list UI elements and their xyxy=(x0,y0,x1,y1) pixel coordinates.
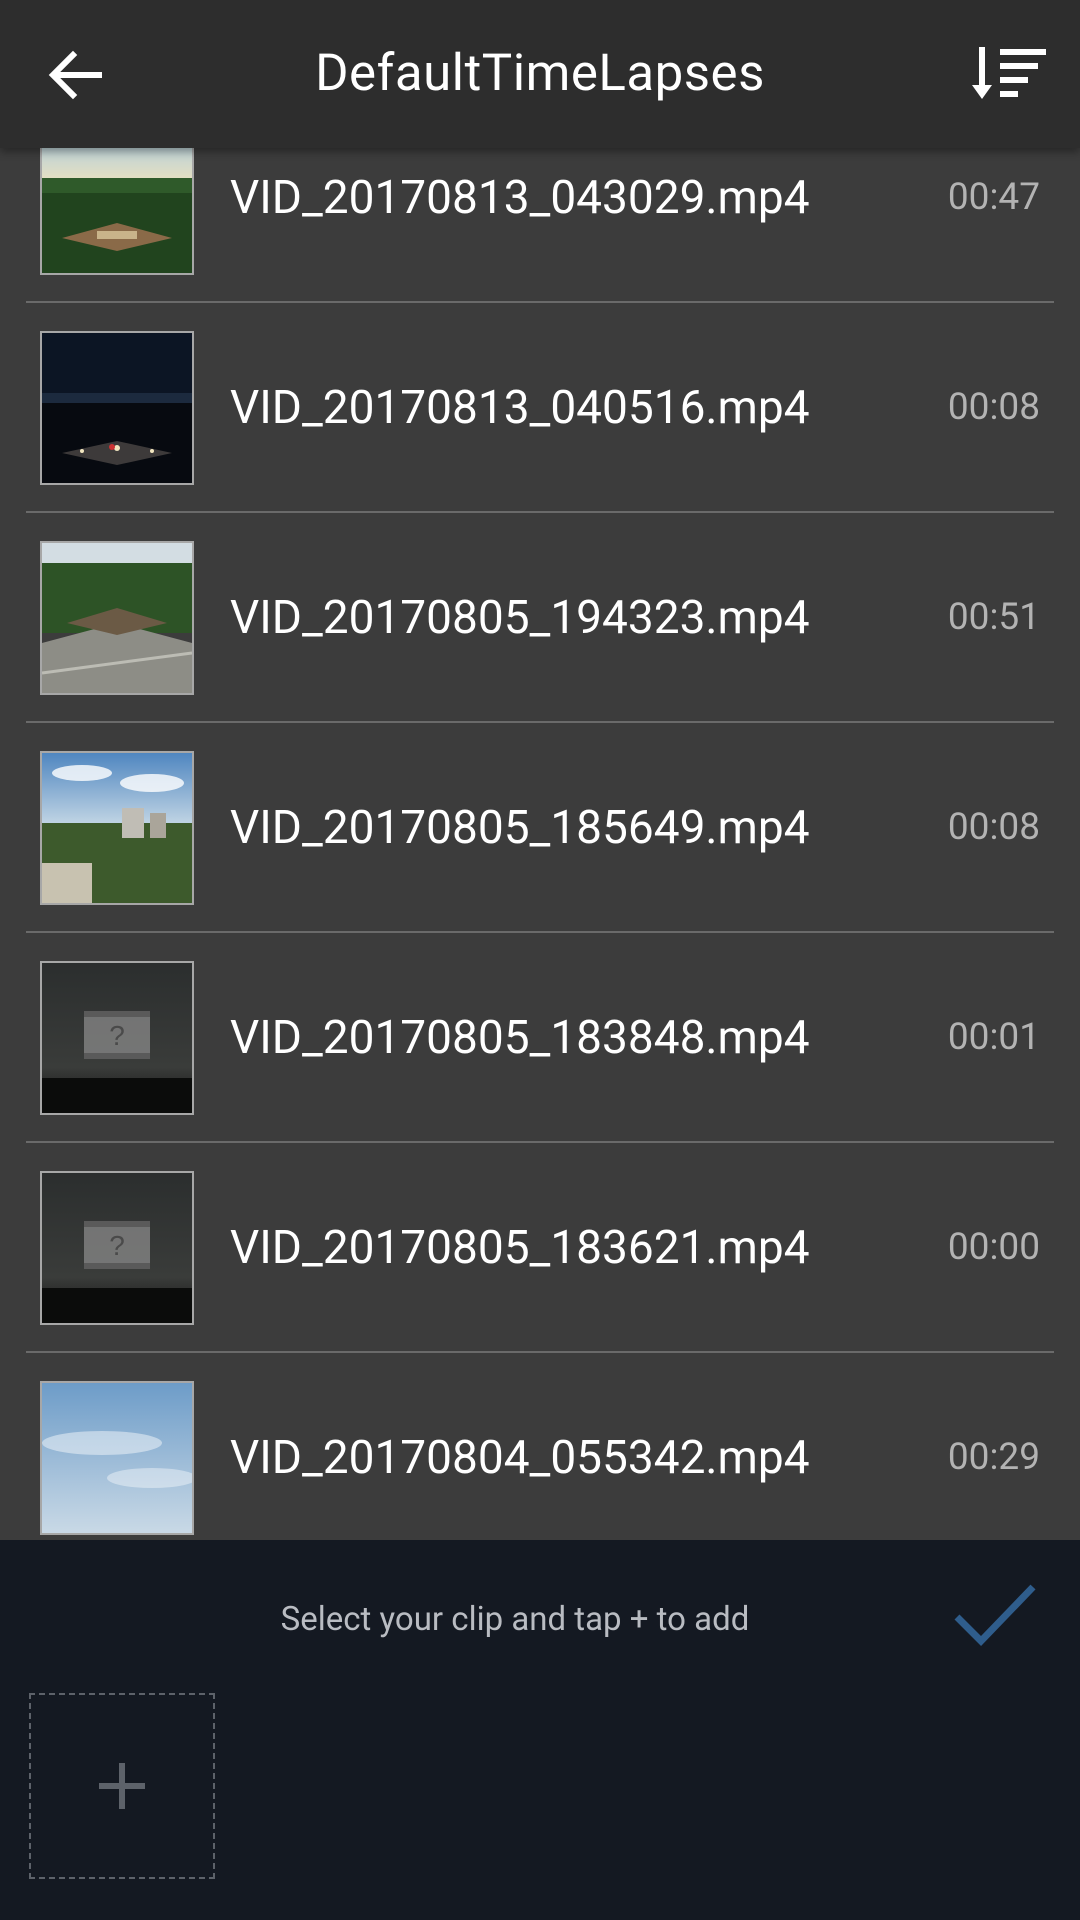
video-thumbnail xyxy=(40,148,194,275)
back-button[interactable] xyxy=(30,30,120,120)
top-app-bar: DefaultTimeLapses xyxy=(0,0,1080,148)
svg-text:?: ? xyxy=(109,1020,125,1051)
add-clip-slot[interactable] xyxy=(29,1693,215,1879)
video-duration: 00:51 xyxy=(947,596,1040,639)
clip-selection-panel: Select your clip and tap + to add xyxy=(0,1540,1080,1920)
sort-button[interactable] xyxy=(960,30,1060,120)
video-thumbnail xyxy=(40,331,194,485)
app-screen: DefaultTimeLapses VID_20170813_043029.mp… xyxy=(0,0,1080,1920)
video-file-name: VID_20170805_194323.mp4 xyxy=(230,591,810,645)
svg-text:?: ? xyxy=(109,1230,125,1261)
instruction-text: Select your clip and tap + to add xyxy=(280,1600,750,1639)
video-duration: 00:00 xyxy=(947,1226,1040,1269)
video-list-item[interactable]: VID_20170804_055342.mp4 00:29 xyxy=(0,1353,1080,1540)
video-duration: 00:47 xyxy=(947,176,1040,219)
checkmark-icon xyxy=(954,1584,1036,1646)
video-duration: 00:01 xyxy=(947,1016,1040,1059)
video-list-item[interactable]: ? VID_20170805_183848.mp4 00:01 xyxy=(0,933,1080,1143)
video-list-item[interactable]: VID_20170813_043029.mp4 00:47 xyxy=(0,148,1080,303)
video-list-item[interactable]: VID_20170805_194323.mp4 00:51 xyxy=(0,513,1080,723)
video-thumbnail: ? xyxy=(40,961,194,1115)
video-duration: 00:29 xyxy=(947,1436,1040,1479)
video-thumbnail xyxy=(40,751,194,905)
arrow-left-icon xyxy=(48,50,102,100)
video-file-name: VID_20170813_040516.mp4 xyxy=(230,381,810,435)
video-thumbnail: ? xyxy=(40,1171,194,1325)
video-file-name: VID_20170813_043029.mp4 xyxy=(230,171,810,225)
sort-icon xyxy=(972,47,1046,99)
video-thumbnail xyxy=(40,1381,194,1535)
video-list-item[interactable]: VID_20170805_185649.mp4 00:08 xyxy=(0,723,1080,933)
video-file-name: VID_20170804_055342.mp4 xyxy=(230,1431,810,1485)
video-file-name: VID_20170805_183848.mp4 xyxy=(230,1011,810,1065)
video-list-item[interactable]: ? VID_20170805_183621.mp4 00:00 xyxy=(0,1143,1080,1353)
video-file-name: VID_20170805_185649.mp4 xyxy=(230,801,810,855)
page-title: DefaultTimeLapses xyxy=(315,44,765,103)
video-list-item[interactable]: VID_20170813_040516.mp4 00:08 xyxy=(0,303,1080,513)
video-file-list: VID_20170813_043029.mp4 00:47 VID_20170813… xyxy=(0,148,1080,1540)
confirm-button[interactable] xyxy=(950,1570,1040,1660)
video-duration: 00:08 xyxy=(947,386,1040,429)
video-thumbnail xyxy=(40,541,194,695)
plus-icon xyxy=(99,1763,145,1809)
video-file-name: VID_20170805_183621.mp4 xyxy=(230,1221,810,1275)
video-duration: 00:08 xyxy=(947,806,1040,849)
